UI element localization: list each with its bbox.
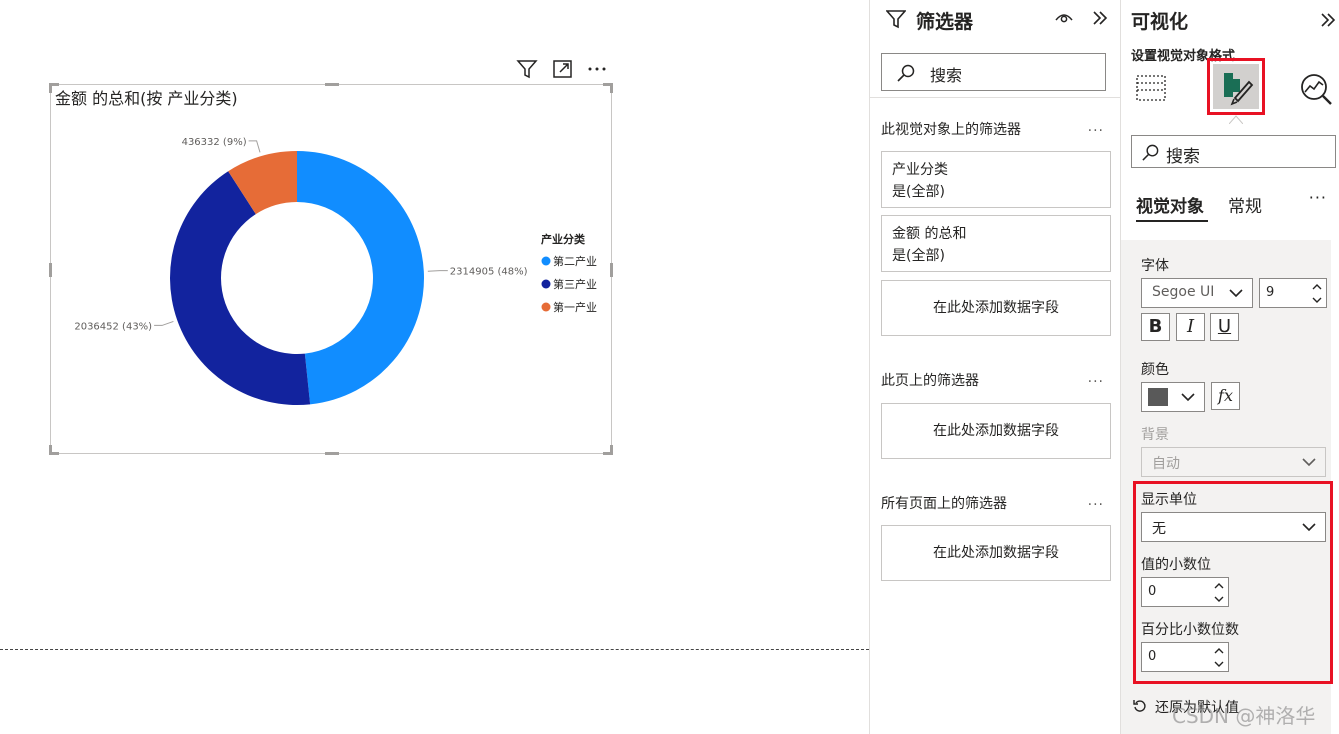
search-icon (897, 64, 915, 82)
all-pages-filters-more-button[interactable]: ... (1088, 493, 1104, 509)
background-value: 自动 (1152, 456, 1180, 472)
viz-search-placeholder: 搜索 (1166, 147, 1200, 167)
filter-card-state: 是(全部) (892, 248, 945, 264)
font-size-stepper[interactable]: 9 (1259, 278, 1327, 308)
filter-card-category[interactable]: 产业分类 是(全部) (881, 151, 1111, 208)
legend-item[interactable]: 第三产业 (553, 277, 597, 291)
tab-pointer-icon (1229, 115, 1243, 124)
build-visual-icon[interactable] (1135, 72, 1167, 104)
color-picker-dropdown[interactable] (1141, 382, 1205, 412)
analytics-icon[interactable] (1299, 72, 1333, 106)
viz-pane-title: 可视化 (1131, 11, 1189, 33)
page-filters-more-button[interactable]: ... (1088, 370, 1104, 386)
eye-icon[interactable] (1054, 10, 1074, 26)
donut-slice[interactable] (170, 171, 311, 405)
filters-search-input[interactable]: 搜索 (881, 53, 1106, 91)
font-family-value: Segoe UI (1152, 284, 1215, 300)
report-canvas[interactable]: 金额 的总和(按 产业分类) 2314905 (48%) 2036452 (43%… (0, 0, 869, 734)
filter-icon[interactable] (516, 58, 538, 80)
tab-general[interactable]: 常规 (1228, 192, 1262, 217)
filters-title: 筛选器 (916, 11, 974, 33)
legend-marker[interactable] (541, 302, 551, 312)
filters-header: 筛选器 (870, 0, 1120, 40)
background-dropdown: 自动 (1141, 447, 1326, 477)
page-boundary-line (0, 649, 869, 650)
color-label: 颜色 (1141, 362, 1169, 378)
underline-button[interactable]: U (1210, 313, 1239, 341)
display-units-highlight (1133, 481, 1333, 684)
visualizations-pane: 可视化 设置视觉对象格式 搜索 视觉对象 常规 ··· 字体 Segoe UI … (1121, 0, 1339, 734)
data-label-leader (248, 140, 261, 153)
donut-slice[interactable] (297, 151, 424, 405)
filters-search-placeholder: 搜索 (930, 66, 963, 85)
chevron-down-icon (1181, 393, 1195, 402)
donut-chart-svg: 2314905 (48%) 2036452 (43%) 436332 (9%) 产业分… (74, 137, 597, 405)
legend-item[interactable]: 第一产业 (553, 300, 597, 314)
donut-chart-visual[interactable]: 金额 的总和(按 产业分类) 2314905 (48%) 2036452 (43%… (49, 83, 613, 455)
data-label: 2036452 (43%) (74, 321, 152, 332)
legend-marker[interactable] (541, 279, 551, 289)
all-pages-add-field-dropzone[interactable]: 在此处添加数据字段 (881, 525, 1111, 581)
viz-search-input[interactable]: 搜索 (1131, 135, 1336, 168)
viz-pane-header: 可视化 设置视觉对象格式 (1121, 0, 1339, 124)
filter-card-field: 产业分类 (892, 162, 948, 178)
format-tab-highlight (1207, 58, 1265, 115)
visual-add-field-dropzone[interactable]: 在此处添加数据字段 (881, 280, 1111, 336)
filter-card-field: 金额 的总和 (892, 226, 967, 242)
data-label: 436332 (9%) (182, 137, 247, 148)
legend-title: 产业分类 (541, 232, 586, 246)
italic-button[interactable]: I (1176, 313, 1205, 341)
font-family-dropdown[interactable]: Segoe UI (1141, 278, 1253, 308)
data-label-leader (427, 270, 448, 272)
focus-mode-icon[interactable] (552, 58, 574, 80)
watermark: CSDN @神洛华 (1172, 704, 1316, 728)
tab-visual-underline (1136, 220, 1208, 222)
search-icon (1142, 144, 1159, 161)
fx-conditional-format-button[interactable]: fx (1211, 382, 1240, 410)
collapse-pane-icon[interactable] (1091, 9, 1109, 27)
all-pages-filters-section-title: 所有页面上的筛选器 (881, 496, 1007, 512)
legend-marker[interactable] (541, 256, 551, 266)
visual-filters-more-button[interactable]: ... (1088, 119, 1104, 135)
chevron-up-icon[interactable] (1311, 281, 1323, 293)
filters-divider (870, 97, 1120, 98)
visual-header (512, 56, 612, 80)
reset-icon (1133, 700, 1146, 712)
filter-card-amount-sum[interactable]: 金额 的总和 是(全部) (881, 215, 1111, 272)
more-options-icon[interactable] (586, 58, 608, 80)
page-filters-section-title: 此页上的筛选器 (881, 373, 979, 389)
tabs-more-button[interactable]: ··· (1309, 188, 1327, 207)
viz-search-section: 搜索 视觉对象 常规 ··· (1121, 124, 1339, 240)
data-label: 2314905 (48%) (450, 267, 528, 278)
filters-pane: 筛选器 搜索 此视觉对象上的筛选器 ... 产业分类 是(全部) 金额 的总和 … (869, 0, 1121, 734)
chevron-down-icon[interactable] (1311, 294, 1323, 306)
chevron-down-icon (1302, 458, 1316, 467)
bold-button[interactable]: B (1141, 313, 1170, 341)
filter-card-state: 是(全部) (892, 184, 945, 200)
legend-item[interactable]: 第二产业 (553, 254, 597, 268)
color-swatch (1148, 388, 1168, 406)
font-size-value: 9 (1266, 285, 1275, 300)
chevron-down-icon (1229, 289, 1243, 298)
data-label-leader (154, 320, 174, 326)
collapse-viz-pane-icon[interactable] (1319, 11, 1337, 29)
tab-visual[interactable]: 视觉对象 (1136, 192, 1204, 217)
page-add-field-dropzone[interactable]: 在此处添加数据字段 (881, 403, 1111, 459)
visual-filters-section-title: 此视觉对象上的筛选器 (881, 122, 1021, 138)
filter-funnel-icon (886, 10, 906, 29)
font-label: 字体 (1141, 258, 1169, 274)
background-label: 背景 (1141, 427, 1169, 443)
